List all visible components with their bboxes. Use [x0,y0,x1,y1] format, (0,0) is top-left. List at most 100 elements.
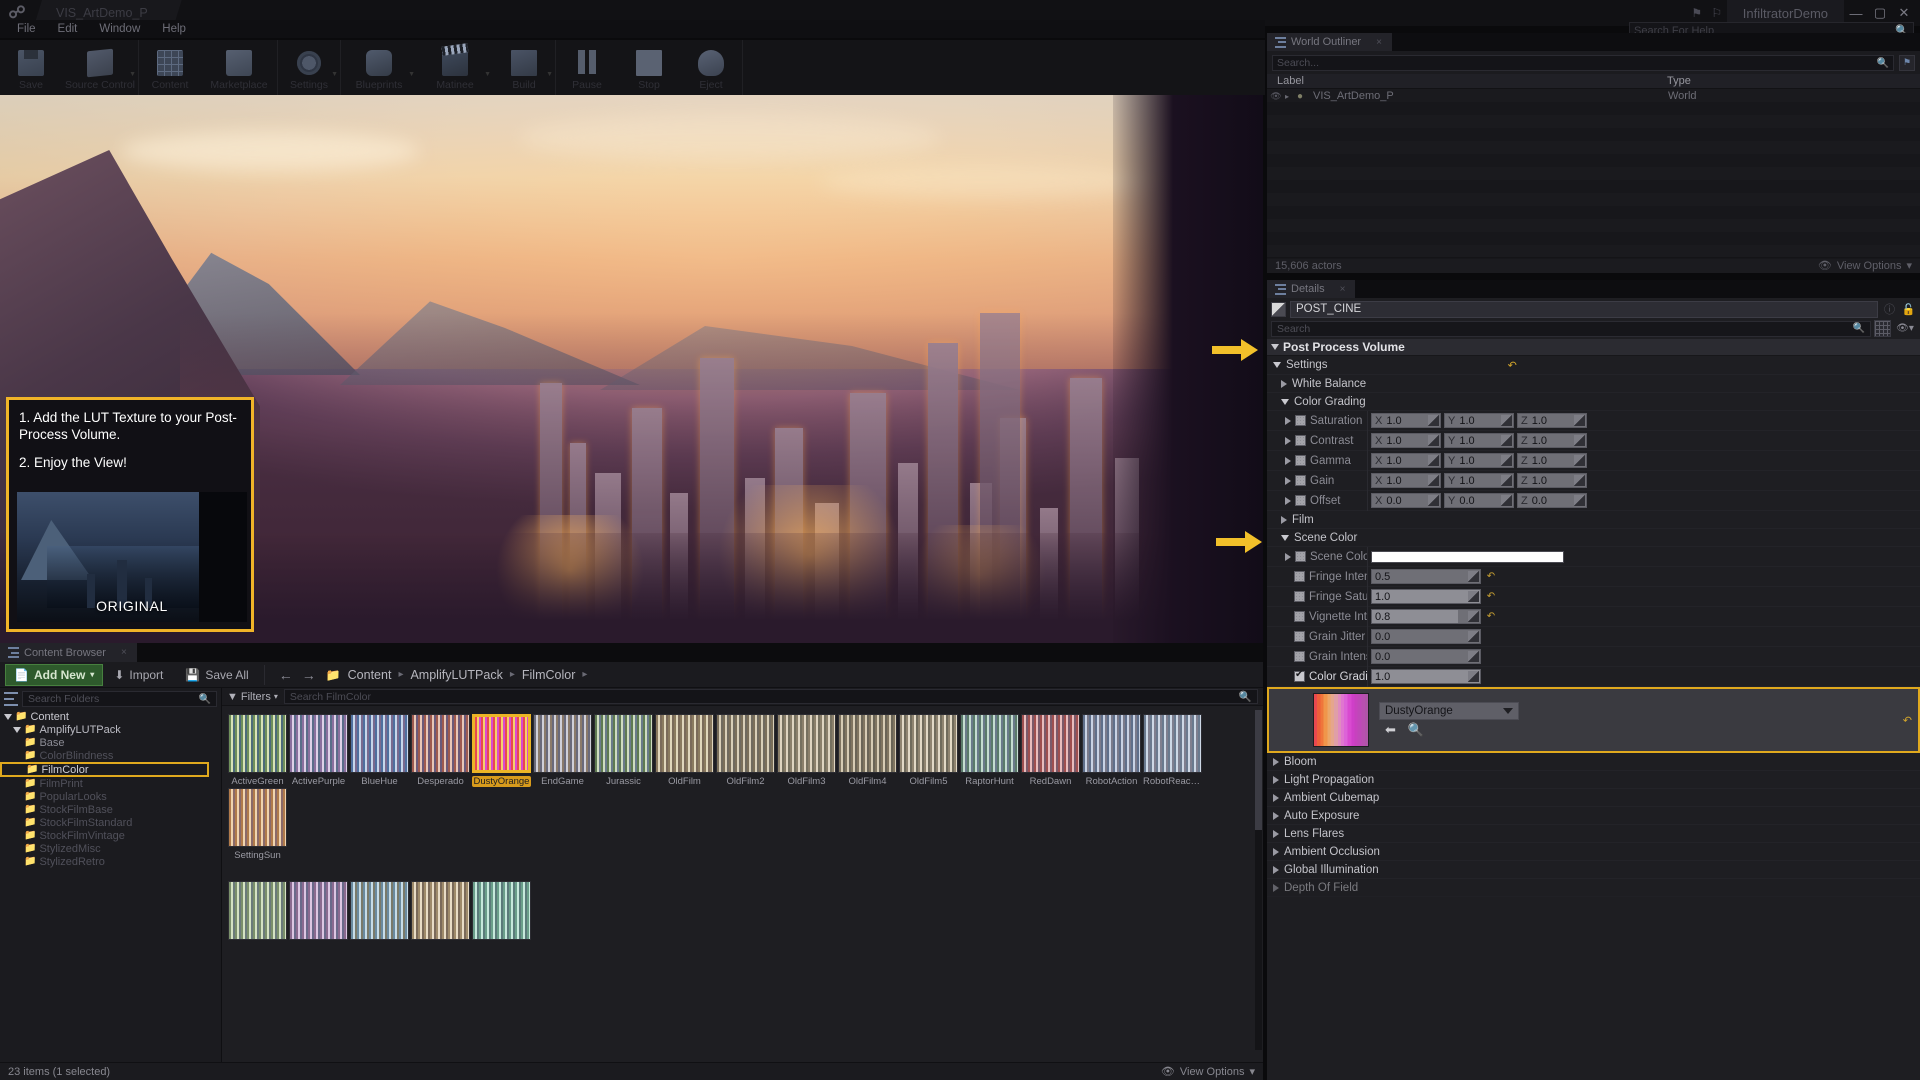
chevron-right-icon[interactable] [1285,416,1291,425]
maximize-button[interactable]: ▢ [1868,2,1892,24]
filters-button[interactable]: ▼ Filters ▾ [227,691,278,703]
reset-arrow-icon[interactable]: ↶ [1508,359,1517,372]
breadcrumb-content[interactable]: Content [348,668,392,682]
close-button[interactable]: ✕ [1892,2,1916,24]
color-grading-intensity-input[interactable]: 1.0 [1371,669,1481,684]
color-grading-lut-row[interactable]: Color Grading DustyOrange ⬅ 🔍 ↶ [1267,687,1920,753]
fringe-saturation-input[interactable]: 1.0 [1371,589,1481,604]
gamma-x-input[interactable]: X 1.0 [1371,453,1441,468]
tree-item-stockfilmvintage[interactable]: 📁 StockFilmVintage [0,829,221,842]
saturation-y-input[interactable]: Y 1.0 [1444,413,1514,428]
outliner-search-input[interactable]: Search... 🔍 [1272,55,1894,71]
drag-handle-icon[interactable] [1574,415,1585,426]
gain-y-input[interactable]: Y 1.0 [1444,473,1514,488]
property-row-color-grading-intensity[interactable]: Color Grading 1.0 [1267,666,1920,687]
asset-item[interactable] [411,881,470,943]
property-row-saturation[interactable]: Saturation X 1.0 Y 1.0 Z 1.0 [1267,410,1920,431]
tree-item-popularlooks[interactable]: 📁 PopularLooks [0,790,221,803]
group-white-balance[interactable]: White Balance [1267,375,1920,393]
outliner-view-options-button[interactable]: 👁 View Options ▾ [1818,259,1912,273]
asset-item[interactable] [350,881,409,943]
property-row-fringe-intensity[interactable]: Fringe Intens 0.5 ↶ [1267,566,1920,587]
chevron-right-icon[interactable] [1285,496,1291,505]
asset-item[interactable]: OldFilm3 [777,714,836,787]
chevron-down-icon[interactable]: ▼ [546,71,553,78]
toolbar-settings-button[interactable]: Settings ▼ [278,40,340,95]
lut-asset-combobox[interactable]: DustyOrange [1379,702,1519,720]
scene-color-tint-swatch[interactable] [1371,550,1564,563]
breadcrumb-filmcolor[interactable]: FilmColor [522,668,575,682]
group-scene-color[interactable]: Scene Color [1267,529,1920,547]
property-row-contrast[interactable]: Contrast X 1.0 Y 1.0 Z 1.0 [1267,430,1920,451]
chevron-down-icon[interactable]: ▼ [129,71,136,78]
column-label[interactable]: Label [1267,75,1667,87]
toolbar-save-button[interactable]: Save [0,40,62,95]
reset-arrow-icon[interactable]: ↶ [1484,571,1498,582]
property-row-grain-jitter[interactable]: Grain Jitter 0.0 [1267,626,1920,647]
drag-handle-icon[interactable] [1468,671,1479,682]
toolbar-pause-button[interactable]: Pause [556,40,618,95]
drag-handle-icon[interactable] [1468,631,1479,642]
gain-z-input[interactable]: Z 1.0 [1517,473,1587,488]
offset-z-input[interactable]: Z 0.0 [1517,493,1587,508]
group-settings[interactable]: Settings ↶ [1267,356,1920,375]
group-depth-of-field[interactable]: Depth Of Field [1267,879,1920,897]
asset-item[interactable]: Desperado [411,714,470,787]
asset-item[interactable]: OldFilm4 [838,714,897,787]
toolbar-stop-button[interactable]: Stop [618,40,680,95]
drag-handle-icon[interactable] [1468,571,1479,582]
close-icon[interactable]: × [121,647,127,658]
lut-texture-thumbnail[interactable] [1313,693,1369,747]
toolbar-content-button[interactable]: Content [139,40,201,95]
tab-content-browser[interactable]: Content Browser × [0,643,137,662]
tree-item-stylizedretro[interactable]: 📁 StylizedRetro [0,855,221,868]
tree-item-amplifylutpack[interactable]: 📁 AmplifyLUTPack [0,723,221,736]
nav-back-button[interactable]: ← [279,667,293,683]
tree-item-content[interactable]: 📁 Content [0,710,221,723]
toolbar-source-control-button[interactable]: Source Control ▼ [62,40,138,95]
tree-item-stylizedmisc[interactable]: 📁 StylizedMisc [0,842,221,855]
tree-item-filmcolor[interactable]: 📁 FilmColor [0,762,209,777]
details-grid-toggle[interactable] [1874,320,1891,337]
details-view-options-button[interactable]: 👁▾ [1894,323,1916,334]
group-bloom[interactable]: Bloom [1267,753,1920,771]
chevron-right-icon[interactable] [1285,552,1291,561]
close-icon[interactable]: × [1340,284,1346,295]
menu-window[interactable]: Window [88,20,151,38]
override-checkbox[interactable] [1295,475,1306,486]
group-film[interactable]: Film [1267,511,1920,529]
tab-world-outliner[interactable]: World Outliner × [1267,33,1392,51]
property-row-grain-intensity[interactable]: Grain Intensit 0.0 [1267,646,1920,667]
menu-help[interactable]: Help [151,20,197,38]
drag-handle-icon[interactable] [1428,415,1439,426]
property-row-fringe-saturation[interactable]: Fringe Satura 1.0 ↶ [1267,586,1920,607]
reset-arrow-icon[interactable]: ↶ [1903,714,1912,727]
override-checkbox[interactable] [1294,611,1305,622]
chevron-down-icon[interactable]: ▼ [331,71,338,78]
outliner-row[interactable]: 👁 ▸ ● VIS_ArtDemo_P World [1267,89,1920,103]
asset-item[interactable] [228,881,287,943]
asset-item[interactable]: EndGame [533,714,592,787]
asset-item[interactable]: Jurassic [594,714,653,787]
group-auto-exposure[interactable]: Auto Exposure [1267,807,1920,825]
group-lens-flares[interactable]: Lens Flares [1267,825,1920,843]
drag-handle-icon[interactable] [1501,415,1512,426]
tab-details[interactable]: Details × [1267,280,1356,298]
nav-forward-button[interactable]: → [302,667,316,683]
drag-handle-icon[interactable] [1428,475,1439,486]
folder-search-input[interactable]: Search Folders 🔍 [22,691,217,707]
close-icon[interactable]: × [1376,37,1382,48]
column-type[interactable]: Type [1667,75,1920,87]
content-browser-view-options-button[interactable]: 👁 View Options ▾ [1161,1065,1255,1079]
chevron-down-icon[interactable]: ▼ [408,71,415,78]
category-post-process-volume[interactable]: Post Process Volume [1267,339,1920,356]
asset-item[interactable]: SettingSun [228,788,287,861]
drag-handle-icon[interactable] [1574,435,1585,446]
save-all-button[interactable]: 💾 Save All [174,662,259,688]
toolbar-eject-button[interactable]: Eject [680,40,742,95]
collapse-tree-icon[interactable] [4,692,18,706]
minimize-button[interactable]: — [1844,2,1868,24]
menu-file[interactable]: File [6,20,47,38]
drag-handle-icon[interactable] [1428,435,1439,446]
override-checkbox[interactable] [1294,631,1305,642]
